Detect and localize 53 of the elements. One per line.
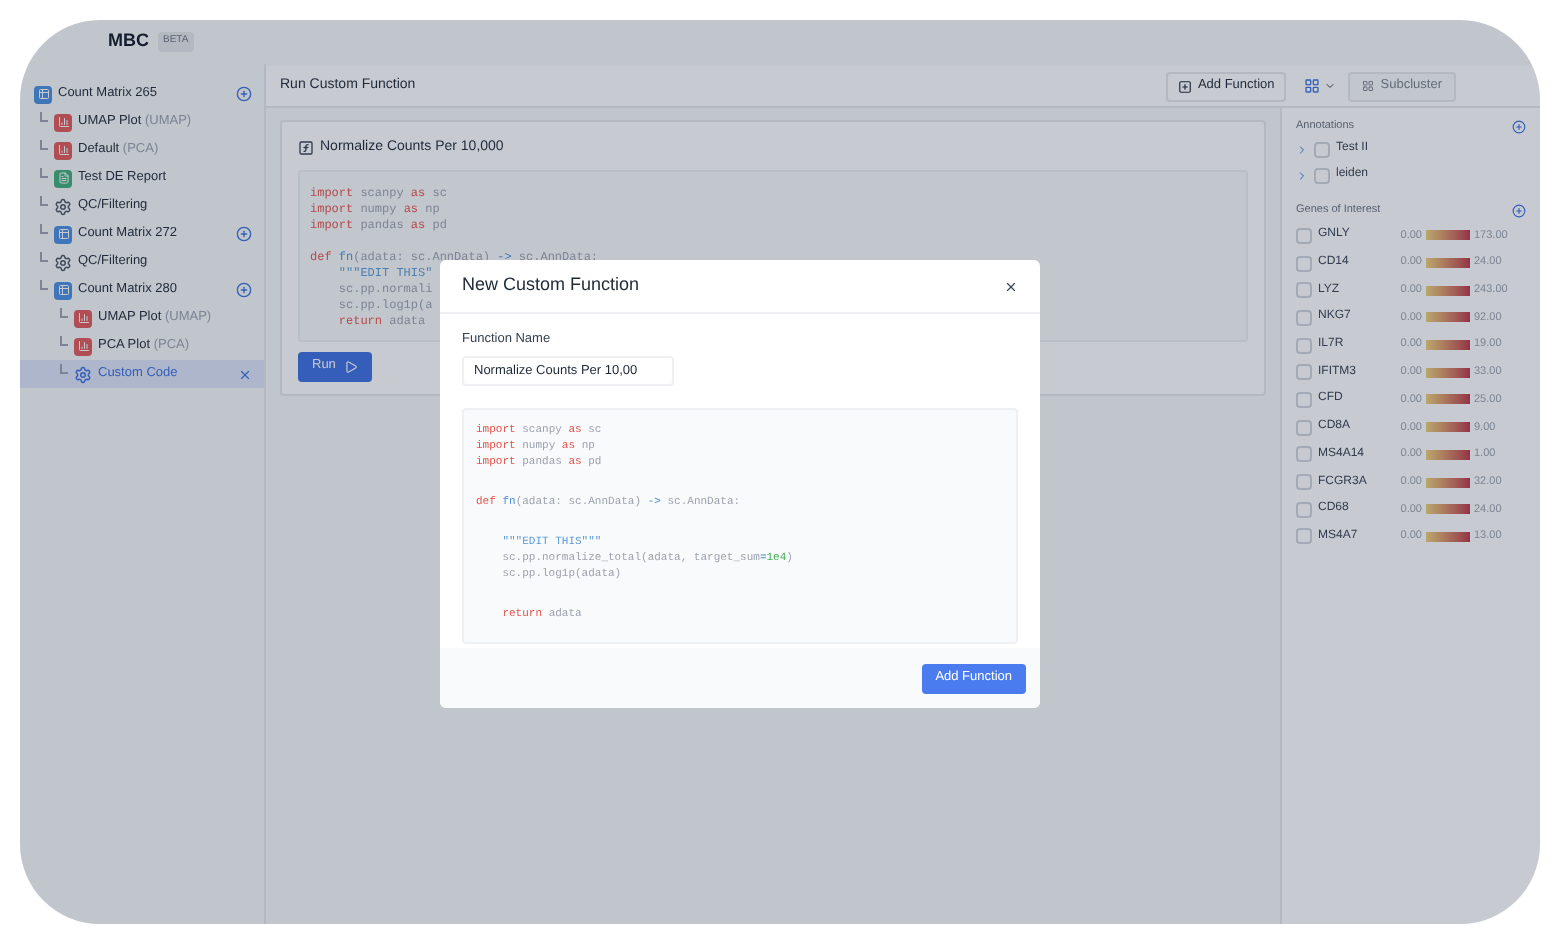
report-icon [54,169,72,187]
chevron-down-icon [1324,80,1337,92]
checkbox[interactable] [1296,337,1312,354]
chart-icon [54,113,72,131]
add-icon[interactable] [1512,203,1526,217]
color-scale-bar [1426,504,1470,515]
color-scale-bar [1426,449,1470,460]
color-scale-bar [1426,340,1470,351]
color-scale-bar [1426,367,1470,378]
plus-icon [1177,79,1192,93]
gear-icon [54,253,72,271]
table-icon [54,225,72,243]
close-icon[interactable] [1004,279,1018,293]
chart-icon [54,141,72,159]
table-icon [54,281,72,299]
color-scale-bar [1426,258,1470,269]
chart-icon [74,337,92,355]
color-scale-bar [1426,285,1470,296]
table-icon [34,85,52,103]
color-scale-bar [1426,477,1470,488]
checkbox[interactable] [1296,474,1312,491]
function-icon [298,140,314,157]
checkbox[interactable] [1296,391,1312,408]
dialog-title: New Custom Function [462,272,640,299]
checkbox[interactable] [1314,141,1330,157]
checkbox[interactable] [1296,446,1312,463]
expand-icon[interactable] [1296,143,1308,155]
expand-icon[interactable] [1296,169,1308,181]
checkbox[interactable] [1296,419,1312,436]
add-icon[interactable] [236,86,252,102]
checkbox[interactable] [1314,167,1330,183]
color-scale-bar [1426,312,1470,323]
play-icon [343,359,358,373]
chart-icon [74,309,92,327]
checkbox[interactable] [1296,255,1312,272]
checkbox[interactable] [1296,501,1312,518]
checkbox[interactable] [1296,227,1312,244]
gear-icon [74,365,92,383]
add-icon[interactable] [236,282,252,298]
checkbox[interactable] [1296,282,1312,299]
add-icon[interactable] [1512,119,1526,133]
grid-icon [1304,78,1321,94]
checkbox[interactable] [1296,364,1312,381]
color-scale-bar [1426,394,1470,405]
checkbox[interactable] [1296,528,1312,545]
gear-icon [54,197,72,215]
grid-icon [1362,80,1375,92]
color-scale-bar [1426,230,1470,241]
app-logo-text: MBC [108,28,149,55]
checkbox[interactable] [1296,309,1312,326]
color-scale-bar [1426,531,1470,542]
color-scale-bar [1426,422,1470,433]
add-icon[interactable] [236,226,252,242]
